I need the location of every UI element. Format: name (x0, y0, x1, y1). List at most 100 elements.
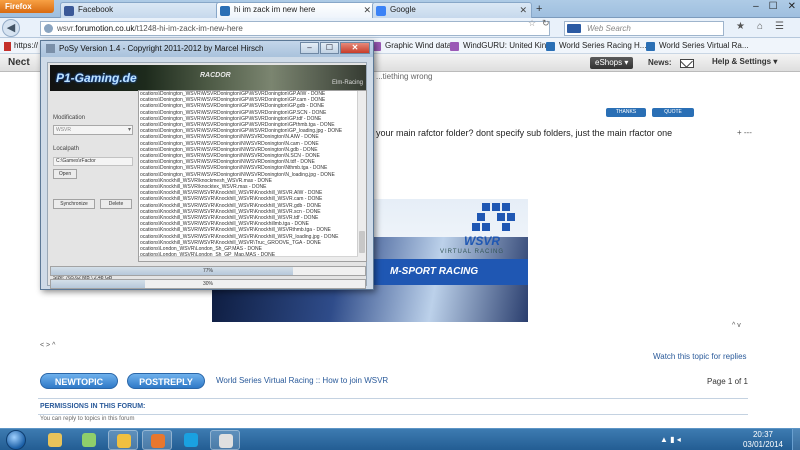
taskbar-item-java[interactable] (210, 430, 240, 450)
thanks-button[interactable]: THANKS (606, 108, 646, 117)
bookmark-star-icon[interactable]: ☆ (528, 18, 536, 29)
close-icon[interactable]: ✕ (363, 3, 371, 17)
clock[interactable]: 20:37 03/01/2014 (740, 430, 786, 450)
localpath-label: Localpath (53, 146, 80, 152)
log-lines: ocations\Donington_WSVR\WSVRDonington\GP… (140, 91, 356, 258)
svg-text:WSVR: WSVR (464, 234, 500, 248)
url-prefix: wsvr. (57, 24, 76, 33)
minimize-icon[interactable]: – (300, 42, 319, 54)
start-button[interactable] (6, 430, 26, 450)
elm-racing-logo: Elm-Racing (332, 80, 364, 86)
breadcrumb[interactable]: World Series Virtual Racing :: How to jo… (216, 376, 388, 385)
posy-title: PoSy Version 1.4 - Copyright 2011-2012 b… (59, 44, 264, 53)
modification-label: Modification (53, 115, 86, 121)
post-side-controls[interactable]: + --- (737, 128, 752, 137)
permissions-text: You can reply to topics in this forum (40, 416, 135, 422)
delete-button[interactable]: Delete (100, 199, 132, 209)
help-settings-button[interactable]: Help & Settings ▾ (712, 57, 777, 66)
posy-window: PoSy Version 1.4 - Copyright 2011-2012 b… (40, 40, 374, 290)
tab-label: hi im zack im new here (234, 5, 316, 14)
search-input[interactable]: Web Search (564, 21, 724, 36)
taskbar-item-notes[interactable] (74, 430, 104, 450)
localpath-field[interactable]: C:\Games\rFactor (53, 157, 133, 166)
menu-icon[interactable]: ☰ (775, 21, 784, 32)
java-icon (219, 434, 233, 448)
racdor-logo: RACDOR (200, 72, 231, 79)
tab-label: Google (390, 5, 416, 14)
firefox-menu-button[interactable]: Firefox (0, 0, 54, 13)
back-button[interactable]: ◀ (2, 19, 20, 37)
log-line: ocations\Donington_WSVR\WSVRDonington\N\… (140, 171, 335, 178)
url-bar[interactable]: wsvr.forumotion.co.uk/t1248-hi-im-zack-i… (40, 21, 550, 36)
quote-button[interactable]: QUOTE (652, 108, 694, 117)
scroll-thumb[interactable] (359, 231, 365, 253)
globe-icon (44, 24, 53, 33)
log-line: ocations\Donington_WSVR\WSVRDonington\GP… (140, 109, 327, 116)
taskbar-item-firefox[interactable] (142, 430, 172, 450)
modification-select[interactable]: WSVR (53, 125, 133, 135)
bookmark-item[interactable]: WindGURU: United Kin... (450, 40, 553, 52)
eshops-button[interactable]: eShops ▾ (590, 57, 634, 69)
clock-time: 20:37 (752, 430, 774, 439)
clock-date: 03/01/2014 (742, 440, 784, 449)
site-brand[interactable]: Nect (8, 57, 30, 68)
taskbar-item-explorer2[interactable] (108, 430, 138, 450)
post-reply-button[interactable]: POSTREPLY (127, 373, 205, 389)
home-icon[interactable]: ⌂ (757, 21, 763, 32)
pagination: Page 1 of 1 (707, 377, 748, 386)
skype-icon (184, 433, 198, 447)
log-hscrollbar[interactable] (139, 256, 358, 261)
close-icon[interactable]: ✕ (519, 3, 527, 17)
reload-icon[interactable]: ↻ (542, 18, 550, 29)
log-scrollbar[interactable] (357, 91, 366, 261)
minimize-icon[interactable]: – (753, 1, 759, 12)
show-desktop-button[interactable] (792, 429, 800, 450)
tab-strip: Firefox Facebook ✕ hi im zack im new her… (0, 0, 800, 18)
synchronize-button[interactable]: Synchronize (53, 199, 95, 209)
bookmark-label: World Series Virtual Ra... (659, 41, 749, 50)
bookmark-label: World Series Racing H... (559, 41, 647, 50)
bookmarks-icon[interactable]: ★ (736, 21, 745, 32)
log-line: ocations\Knockhill_WSVR\WSVR\Knockhill_W… (140, 227, 331, 234)
taskbar-item-skype[interactable] (176, 430, 206, 450)
bookmark-item[interactable]: World Series Racing H... (546, 40, 646, 52)
url-domain: forumotion.co.uk (75, 24, 135, 33)
bookmark-icon (450, 42, 459, 51)
progress-label: 30% (202, 281, 213, 287)
mail-icon[interactable] (680, 59, 694, 68)
tab-facebook[interactable]: Facebook ✕ (60, 2, 228, 18)
watch-topic-link[interactable]: Watch this topic for replies (653, 352, 747, 361)
tab-active-thread[interactable]: hi im zack im new here ✕ (216, 2, 376, 18)
new-tab-button[interactable]: + (536, 3, 542, 15)
close-icon[interactable]: ✕ (340, 42, 370, 54)
permissions-title: PERMISSIONS IN THIS FORUM: (40, 403, 146, 410)
app-icon (46, 44, 55, 53)
posy-body: P1-Gaming.de RACDOR Elm-Racing Modificat… (47, 62, 367, 289)
url-path: /t1248-hi-im-zack-im-new-here (134, 24, 243, 33)
open-button[interactable]: Open (53, 169, 77, 179)
bookmark-label: WindGURU: United Kin... (463, 41, 553, 50)
tab-google[interactable]: Google ✕ (372, 2, 532, 18)
search-engine-icon[interactable] (567, 24, 581, 33)
msport-label: M-SPORT RACING (370, 259, 528, 285)
nav-arrows[interactable]: < > ^ (40, 342, 55, 349)
system-tray[interactable]: ▲ ▮ ◂ (660, 435, 681, 444)
posy-window-controls: – ☐ ✕ (300, 42, 370, 54)
navigation-bar: ◀ wsvr.forumotion.co.uk/t1248-hi-im-zack… (0, 18, 800, 38)
sync-log[interactable]: ocations\Donington_WSVR\WSVRDonington\GP… (138, 90, 367, 262)
new-topic-button[interactable]: NEWTOPIC (40, 373, 118, 389)
maximize-icon[interactable]: ☐ (320, 42, 339, 54)
p1-gaming-logo: P1-Gaming.de (56, 71, 137, 85)
taskbar-item-explorer[interactable] (40, 430, 70, 450)
bookmark-item[interactable]: World Series Virtual Ra... (646, 40, 749, 52)
bookmark-item[interactable]: https:// (4, 40, 38, 52)
posy-titlebar[interactable]: PoSy Version 1.4 - Copyright 2011-2012 b… (41, 41, 373, 57)
bookmark-label: Graphic Wind data (385, 41, 452, 50)
close-icon[interactable]: ✕ (788, 1, 796, 12)
bookmark-item[interactable]: Graphic Wind data (372, 40, 451, 52)
post-arrows[interactable]: ^ v (732, 322, 741, 329)
bookmark-icon (646, 42, 655, 51)
bookmark-icon (4, 42, 11, 51)
maximize-icon[interactable]: ☐ (769, 1, 778, 12)
divider (38, 414, 748, 415)
